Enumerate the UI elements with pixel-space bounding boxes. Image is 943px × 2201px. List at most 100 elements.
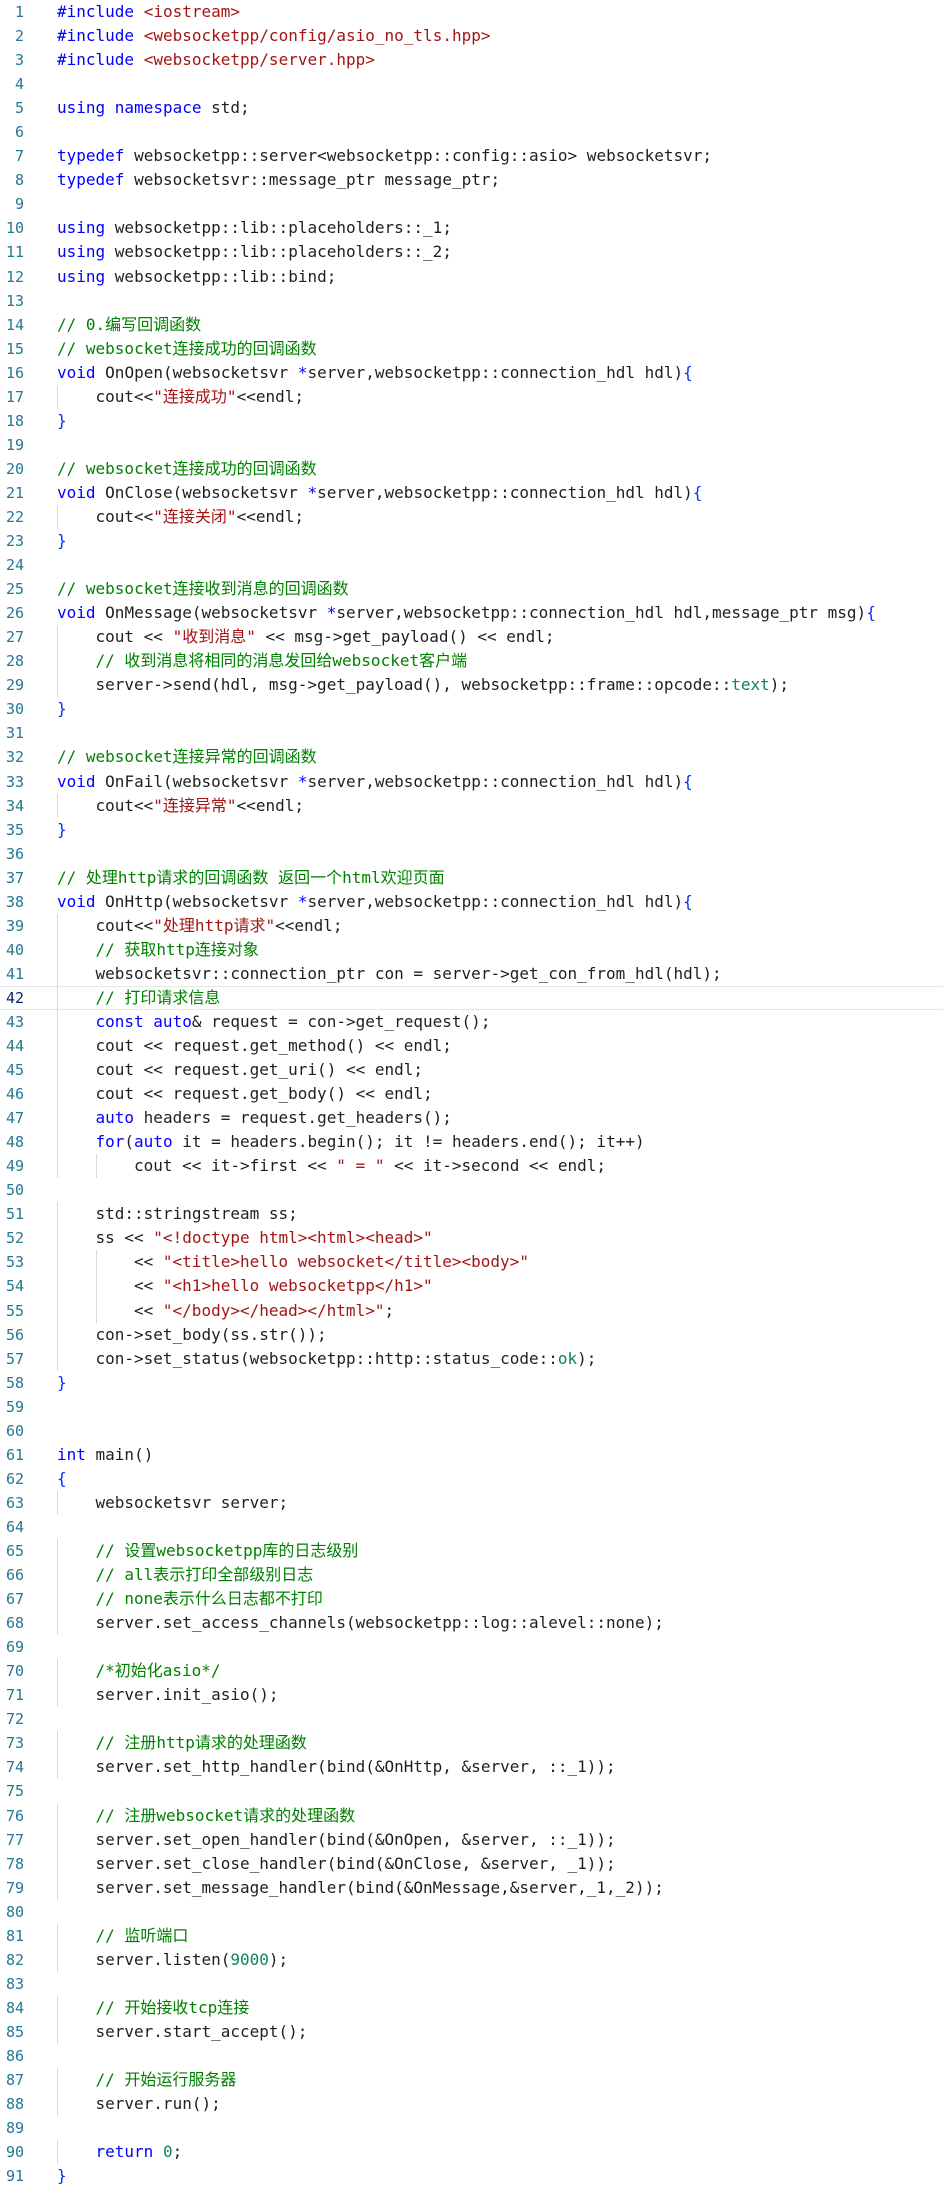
code-line[interactable]: 23} [0, 529, 943, 553]
code-line[interactable]: 67 // none表示什么日志都不打印 [0, 1587, 943, 1612]
code-line[interactable]: 26 void OnMessage(websocketsvr *server,we… [0, 601, 943, 625]
code-line[interactable]: 73 // 注册http请求的处理函数 [0, 1731, 943, 1756]
code-line[interactable]: 81 // 监听端口 [0, 1923, 943, 1948]
code-line[interactable]: 89 [0, 2116, 943, 2140]
code-line[interactable]: 61 int main() [0, 1443, 943, 1467]
code-line[interactable]: 47 auto headers = request.get_headers(); [0, 1106, 943, 1131]
code-line[interactable]: 12 using websocketpp::lib::bind; [0, 265, 943, 289]
code-line[interactable]: 17 cout<<"连接成功"<<endl; [0, 384, 943, 409]
code-line[interactable]: 48 for(auto it = headers.begin(); it != h… [0, 1130, 943, 1155]
code-line[interactable]: 24 [0, 553, 943, 577]
code-line[interactable]: 41 websocketsvr::connection_ptr con = ser… [0, 961, 943, 986]
code-line[interactable]: 80 [0, 1900, 943, 1924]
code-line[interactable]: 33 void OnFail(websocketsvr *server,webso… [0, 770, 943, 794]
code-line[interactable]: 72 [0, 1707, 943, 1731]
code-line[interactable]: 84 // 开始接收tcp连接 [0, 1995, 943, 2020]
code-line[interactable]: 31 [0, 721, 943, 745]
code-line[interactable]: 35} [0, 818, 943, 842]
code-line[interactable]: 4 [0, 72, 943, 96]
code-line[interactable]: 86 [0, 2044, 943, 2068]
code-line[interactable]: 34 cout<<"连接异常"<<endl; [0, 793, 943, 818]
code-line[interactable]: 78 server.set_close_handler(bind(&OnClose… [0, 1851, 943, 1876]
code-line[interactable]: 14 // 0.编写回调函数 [0, 313, 943, 337]
line-number: 83 [5, 1974, 24, 1993]
code-line[interactable]: 68 server.set_access_channels(websocketpp… [0, 1611, 943, 1636]
code-line[interactable]: 30} [0, 697, 943, 721]
code-line[interactable]: 54 << "<h1>hello websocketpp</h1>" [0, 1274, 943, 1299]
code-line[interactable]: 19 [0, 433, 943, 457]
code-line[interactable]: 59 [0, 1395, 943, 1419]
code-line[interactable]: 57 con->set_status(websocketpp::http::sta… [0, 1346, 943, 1371]
code-line[interactable]: 25 // websocket连接收到消息的回调函数 [0, 577, 943, 601]
line-number: 10 [5, 219, 24, 238]
code-line[interactable]: 45 cout << request.get_uri() << endl; [0, 1058, 943, 1083]
code-line[interactable]: 21 void OnClose(websocketsvr *server,webs… [0, 481, 943, 505]
code-line[interactable]: 29 server->send(hdl, msg->get_payload(), … [0, 673, 943, 698]
code-line[interactable]: 74 server.set_http_handler(bind(&OnHttp, … [0, 1755, 943, 1780]
code-line[interactable]: 88 server.run(); [0, 2092, 943, 2117]
code-line[interactable]: 87 // 开始运行服务器 [0, 2068, 943, 2093]
code-line[interactable]: 38 void OnHttp(websocketsvr *server,webso… [0, 890, 943, 914]
code-line[interactable]: 11 using websocketpp::lib::placeholders::… [0, 240, 943, 264]
code-line[interactable]: 27 cout << "收到消息" << msg->get_payload() <… [0, 625, 943, 650]
code-line[interactable]: 83 [0, 1972, 943, 1996]
code-line[interactable]: 71 server.init_asio(); [0, 1683, 943, 1708]
code-line[interactable]: 49 cout << it->first << " = " << it->seco… [0, 1154, 943, 1179]
code-line[interactable]: 75 [0, 1779, 943, 1803]
code-line[interactable]: 42 // 打印请求信息 [0, 985, 943, 1010]
code-line[interactable]: 55 << "</body></head></html>"; [0, 1298, 943, 1323]
code-line[interactable]: 64 [0, 1515, 943, 1539]
code-line[interactable]: 76 // 注册websocket请求的处理函数 [0, 1803, 943, 1828]
code-line[interactable]: 37 // 处理http请求的回调函数 返回一个html欢迎页面 [0, 866, 943, 890]
code-line[interactable]: 9 [0, 192, 943, 216]
line-number: 60 [5, 1421, 24, 1440]
code-line[interactable]: 1 #include <iostream> [0, 0, 943, 24]
line-number: 19 [5, 435, 24, 454]
code-line[interactable]: 63 websocketsvr server; [0, 1490, 943, 1515]
code-line[interactable]: 52 ss << "<!doctype html><html><head>" [0, 1226, 943, 1251]
code-line[interactable]: 65 // 设置websocketpp库的日志级别 [0, 1539, 943, 1564]
code-line[interactable]: 15 // websocket连接成功的回调函数 [0, 337, 943, 361]
code-line[interactable]: 60 [0, 1419, 943, 1443]
code-line[interactable]: 70 /*初始化asio*/ [0, 1659, 943, 1684]
code-line[interactable]: 13 [0, 289, 943, 313]
code-line[interactable]: 10 using websocketpp::lib::placeholders::… [0, 216, 943, 240]
code-line[interactable]: 66 // all表示打印全部级别日志 [0, 1563, 943, 1588]
code-text: cout << request.get_uri() << endl; [57, 1058, 943, 1083]
code-line[interactable]: 50 [0, 1178, 943, 1202]
code-line[interactable]: 39 cout<<"处理http请求"<<endl; [0, 913, 943, 938]
code-line[interactable]: 36 [0, 842, 943, 866]
code-line[interactable]: 22 cout<<"连接关闭"<<endl; [0, 504, 943, 530]
code-token: server.init_asio(); [95, 1685, 279, 1705]
code-line[interactable]: 43 const auto& request = con->get_request… [0, 1009, 943, 1035]
code-line[interactable]: 77 server.set_open_handler(bind(&OnOpen, … [0, 1827, 943, 1852]
code-editor[interactable]: 1 #include <iostream> 2 #include <websocket… [0, 0, 943, 2201]
code-line[interactable]: 69 [0, 1635, 943, 1659]
code-line[interactable]: 53 << "<title>hello websocket</title><bod… [0, 1250, 943, 1275]
code-line[interactable]: 62 { [0, 1467, 943, 1491]
code-line[interactable]: 32 // websocket连接异常的回调函数 [0, 745, 943, 769]
code-line[interactable]: 2 #include <websocketpp/config/asio_no_tl… [0, 24, 943, 48]
code-line[interactable]: 58} [0, 1371, 943, 1395]
code-line[interactable]: 8 typedef websocketsvr::message_ptr messa… [0, 168, 943, 192]
code-line[interactable]: 7 typedef websocketpp::server<websocketpp… [0, 144, 943, 168]
code-line[interactable]: 46 cout << request.get_body() << endl; [0, 1082, 943, 1107]
code-token: cout << it->first << [134, 1156, 337, 1176]
code-line[interactable]: 91} [0, 2164, 943, 2188]
code-line[interactable]: 44 cout << request.get_method() << endl; [0, 1034, 943, 1059]
code-line[interactable]: 51 std::stringstream ss; [0, 1202, 943, 1227]
code-line[interactable]: 85 server.start_accept(); [0, 2019, 943, 2044]
code-line[interactable]: 18} [0, 409, 943, 433]
code-line[interactable]: 79 server.set_message_handler(bind(&OnMes… [0, 1875, 943, 1900]
code-line[interactable]: 20 // websocket连接成功的回调函数 [0, 457, 943, 481]
code-line[interactable]: 16 void OnOpen(websocketsvr *server,webso… [0, 361, 943, 385]
code-line[interactable]: 40 // 获取http连接对象 [0, 937, 943, 962]
code-token: ; [172, 2142, 183, 2162]
code-line[interactable]: 3 #include <websocketpp/server.hpp> [0, 48, 943, 72]
code-line[interactable]: 90 return 0; [0, 2140, 943, 2165]
code-line[interactable]: 28 // 收到消息将相同的消息发回给websocket客户端 [0, 649, 943, 674]
code-line[interactable]: 82 server.listen(9000); [0, 1947, 943, 1972]
code-line[interactable]: 6 [0, 120, 943, 144]
code-line[interactable]: 5 using namespace std; [0, 96, 943, 120]
code-line[interactable]: 56 con->set_body(ss.str()); [0, 1322, 943, 1347]
